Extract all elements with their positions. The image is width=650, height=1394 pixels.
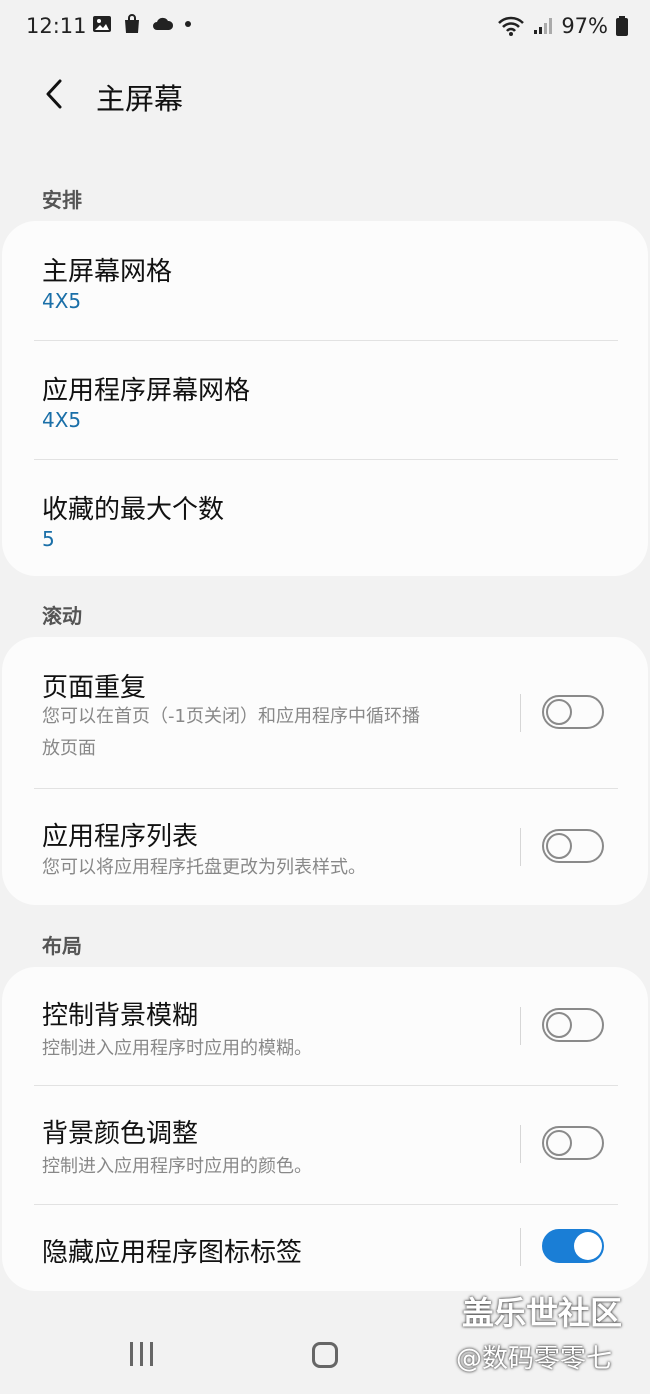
setting-title: 主屏幕网格 — [42, 257, 173, 287]
setting-title: 应用程序列表 — [42, 822, 199, 852]
app-header: 主屏幕 — [0, 60, 650, 130]
toggle-knob — [546, 1130, 572, 1156]
setting-apps-grid[interactable]: 应用程序屏幕网格 4X5 — [2, 340, 648, 459]
setting-desc-line2: 放页面 — [42, 738, 96, 759]
setting-apps-list[interactable]: 应用程序列表 您可以将应用程序托盘更改为列表样式。 — [2, 788, 648, 905]
setting-value: 5 — [42, 527, 55, 551]
setting-desc-line1: 您可以在首页（-1页关闭）和应用程序中循环播 — [42, 706, 420, 727]
vertical-divider — [520, 1007, 521, 1045]
setting-page-loop[interactable]: 页面重复 您可以在首页（-1页关闭）和应用程序中循环播 放页面 — [2, 637, 648, 788]
status-time: 12:11 — [26, 14, 87, 38]
dot-icon — [185, 21, 191, 27]
setting-title: 隐藏应用程序图标标签 — [42, 1238, 303, 1268]
setting-value: 4X5 — [42, 408, 82, 432]
recent-apps-icon-bar — [140, 1342, 143, 1366]
setting-desc: 控制进入应用程序时应用的颜色。 — [42, 1156, 312, 1177]
setting-title: 控制背景模糊 — [42, 1001, 199, 1031]
vertical-divider — [520, 694, 521, 732]
home-button[interactable] — [312, 1342, 338, 1368]
battery-icon — [616, 16, 628, 36]
setting-background-color[interactable]: 背景颜色调整 控制进入应用程序时应用的颜色。 — [2, 1085, 648, 1204]
chevron-left-icon — [46, 79, 62, 109]
shopping-bag-icon — [125, 14, 139, 33]
setting-value: 4X5 — [42, 289, 82, 313]
background-color-toggle[interactable] — [542, 1126, 604, 1160]
setting-desc: 您可以将应用程序托盘更改为列表样式。 — [42, 857, 366, 878]
hide-icon-labels-toggle[interactable] — [542, 1229, 604, 1263]
setting-desc: 您可以在首页（-1页关闭）和应用程序中循环播 放页面 — [42, 701, 502, 765]
background-blur-toggle[interactable] — [542, 1008, 604, 1042]
setting-hide-icon-labels[interactable]: 隐藏应用程序图标标签 — [2, 1204, 648, 1291]
vertical-divider — [520, 1125, 521, 1163]
section-label-arrange: 安排 — [42, 188, 82, 212]
wifi-icon — [498, 16, 525, 36]
section-label-layout: 布局 — [42, 934, 82, 958]
status-bar: 12:11 97% — [0, 0, 650, 56]
recent-apps-icon — [130, 1342, 133, 1366]
vertical-divider — [520, 828, 521, 866]
setting-title: 页面重复 — [42, 673, 147, 703]
toggle-knob — [546, 1012, 572, 1038]
toggle-knob — [574, 1232, 602, 1260]
back-button[interactable] — [34, 72, 74, 116]
toggle-knob — [546, 699, 572, 725]
signal-icon — [534, 18, 553, 34]
setting-title: 收藏的最大个数 — [42, 495, 225, 525]
setting-title: 背景颜色调整 — [42, 1119, 199, 1149]
apps-list-toggle[interactable] — [542, 829, 604, 863]
recent-apps-icon-bar — [150, 1342, 153, 1366]
card-layout: 控制背景模糊 控制进入应用程序时应用的模糊。 背景颜色调整 控制进入应用程序时应… — [2, 967, 648, 1291]
recent-apps-button[interactable] — [130, 1342, 153, 1366]
setting-background-blur[interactable]: 控制背景模糊 控制进入应用程序时应用的模糊。 — [2, 967, 648, 1085]
navigation-bar — [0, 1320, 650, 1394]
setting-desc: 控制进入应用程序时应用的模糊。 — [42, 1038, 312, 1059]
status-right: 97% — [497, 14, 628, 38]
notification-icons — [92, 14, 192, 34]
toggle-knob — [546, 833, 572, 859]
card-arrange: 主屏幕网格 4X5 应用程序屏幕网格 4X5 收藏的最大个数 5 — [2, 221, 648, 576]
cloud-icon — [153, 17, 174, 30]
page-title: 主屏幕 — [96, 82, 184, 116]
page-loop-toggle[interactable] — [542, 695, 604, 729]
setting-max-favorites[interactable]: 收藏的最大个数 5 — [2, 459, 648, 576]
setting-title: 应用程序屏幕网格 — [42, 376, 251, 406]
setting-home-grid[interactable]: 主屏幕网格 4X5 — [2, 221, 648, 340]
card-scroll: 页面重复 您可以在首页（-1页关闭）和应用程序中循环播 放页面 应用程序列表 您… — [2, 637, 648, 905]
vertical-divider — [520, 1228, 521, 1266]
battery-percent: 97% — [561, 14, 608, 38]
section-label-scroll: 滚动 — [42, 604, 82, 628]
gallery-icon — [93, 16, 111, 32]
